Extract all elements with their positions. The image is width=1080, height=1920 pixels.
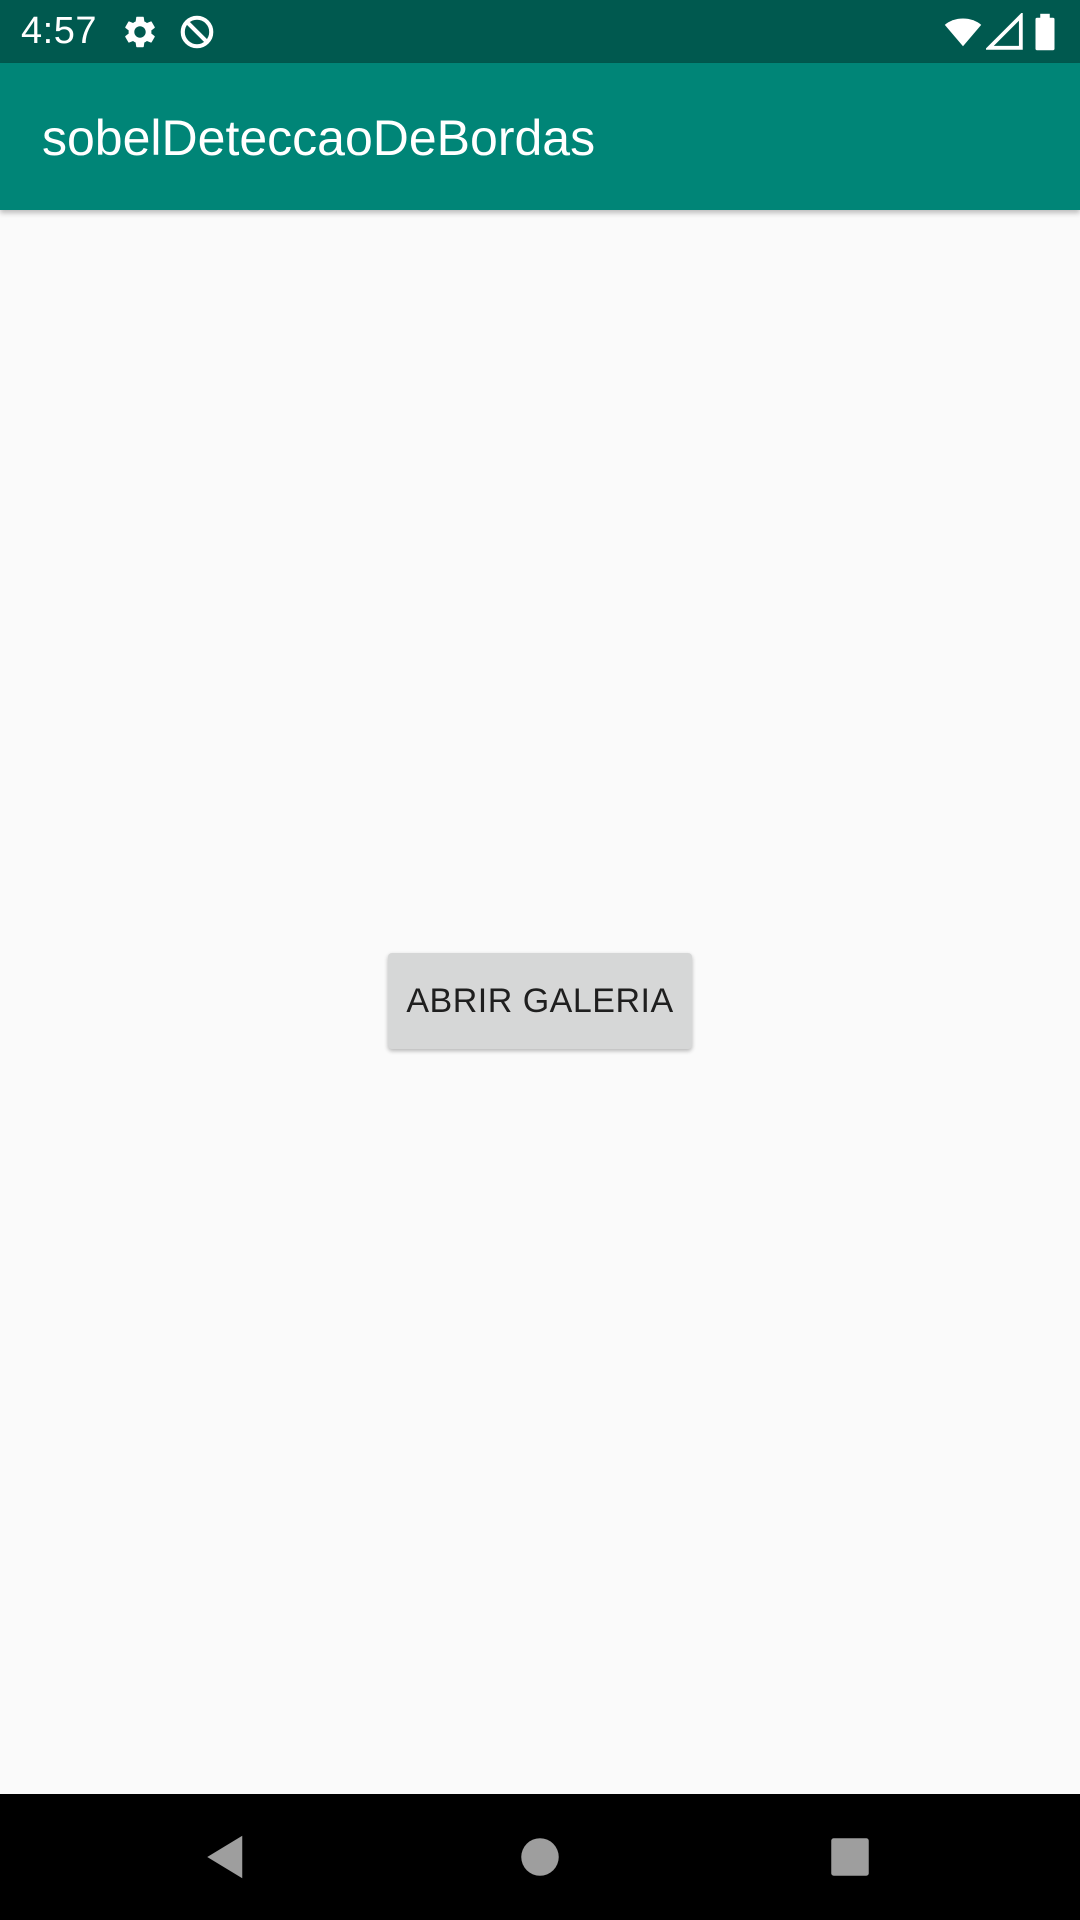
app-bar: sobelDeteccaoDeBordas [0,63,1080,210]
home-icon[interactable] [510,1827,570,1887]
battery-icon [1030,13,1060,51]
main-content: ABRIR GALERIA [0,210,1080,1794]
back-icon[interactable] [196,1827,256,1887]
gear-icon [121,13,159,51]
open-gallery-button[interactable]: ABRIR GALERIA [388,953,692,1049]
signal-icon [986,13,1024,51]
recents-icon[interactable] [820,1827,880,1887]
status-time: 4:57 [21,10,97,52]
app-title: sobelDeteccaoDeBordas [42,110,596,166]
data-saver-icon [178,13,216,51]
screen: 4:57 sobelDeteccaoDeBordas ABRIR GALERIA [0,0,1080,1920]
status-bar: 4:57 [0,0,1080,63]
wifi-icon [944,13,982,51]
navigation-bar [0,1794,1080,1920]
